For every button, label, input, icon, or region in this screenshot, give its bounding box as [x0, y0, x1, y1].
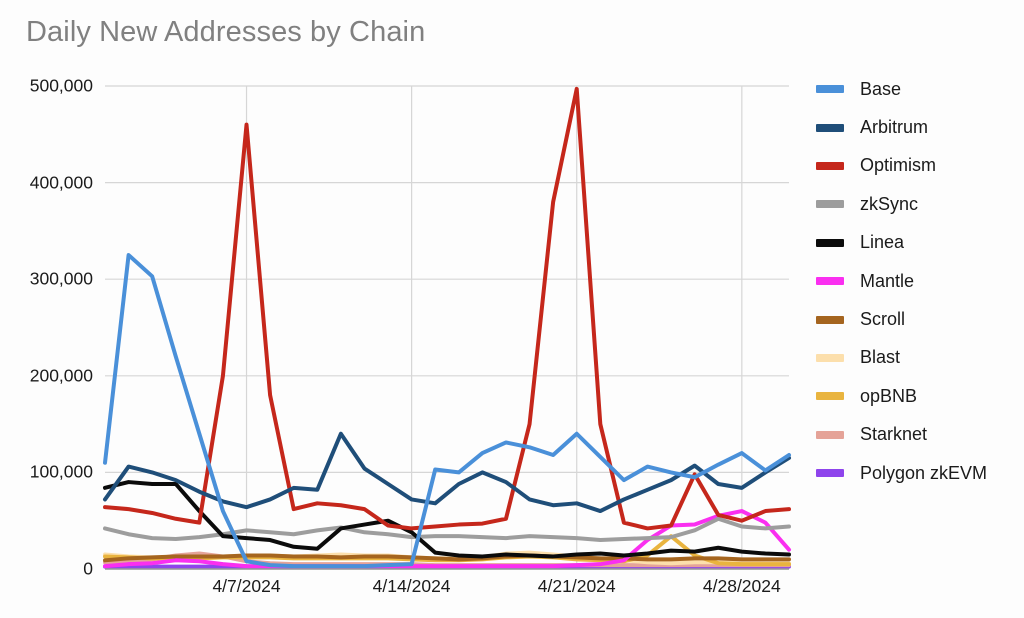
y-tick-label: 0: [83, 558, 93, 579]
legend-item-label: Starknet: [860, 424, 928, 445]
legend-item-label: Scroll: [860, 309, 906, 330]
plot-area: 0 100,000 200,000 300,000 400,000 500,000 4/7…: [0, 0, 800, 618]
legend-item-zksync[interactable]: zkSync: [816, 185, 1024, 223]
legend-swatch-icon: [816, 85, 844, 94]
legend-item-label: Optimism: [860, 155, 936, 176]
y-tick-label: 500,000: [29, 75, 93, 96]
legend-item-label: Blast: [860, 347, 901, 368]
legend-swatch-icon: [816, 469, 844, 478]
y-tick-label: 100,000: [29, 461, 93, 482]
legend-item-label: Base: [860, 78, 902, 99]
legend-item-polygon-zkevm[interactable]: Polygon zkEVM: [816, 454, 1024, 492]
series-lines: [103, 86, 791, 569]
legend-item-linea[interactable]: Linea: [816, 224, 1024, 262]
legend-item-base[interactable]: Base: [816, 70, 1024, 108]
legend-item-blast[interactable]: Blast: [816, 339, 1024, 377]
legend-item-label: Polygon zkEVM: [860, 462, 988, 483]
legend-item-starknet[interactable]: Starknet: [816, 416, 1024, 454]
legend-swatch-icon: [816, 392, 844, 401]
y-tick-label: 300,000: [29, 268, 93, 289]
legend-swatch-icon: [816, 238, 844, 247]
legend-item-label: zkSync: [860, 193, 919, 214]
legend-swatch-icon: [816, 200, 844, 209]
chart-svg: [103, 85, 791, 570]
legend-item-label: Arbitrum: [860, 117, 929, 138]
legend-swatch-icon: [816, 353, 844, 362]
legend-swatch-icon: [816, 277, 844, 286]
legend-swatch-icon: [816, 161, 844, 170]
x-tick-label: 4/7/2024: [212, 576, 281, 596]
legend-item-mantle[interactable]: Mantle: [816, 262, 1024, 300]
x-tick-label: 4/28/2024: [702, 576, 781, 596]
legend-item-arbitrum[interactable]: Arbitrum: [816, 108, 1024, 146]
y-tick-label: 200,000: [29, 365, 93, 386]
chart-card: Daily New Addresses by Chain 0 100,000 200…: [0, 0, 1024, 618]
x-tick-label: 4/14/2024: [372, 576, 451, 596]
legend-item-label: Mantle: [860, 270, 915, 291]
legend-item-label: opBNB: [860, 385, 918, 406]
legend-item-label: Linea: [860, 232, 905, 253]
legend-swatch-icon: [816, 430, 844, 439]
legend-item-opbnb[interactable]: opBNB: [816, 377, 1024, 415]
chart-legend: Base Arbitrum Optimism zkSync Linea Mantle Scr…: [816, 70, 1024, 492]
y-tick-label: 400,000: [29, 172, 93, 193]
x-tick-label: 4/21/2024: [537, 576, 616, 596]
legend-swatch-icon: [816, 123, 844, 132]
legend-swatch-icon: [816, 315, 844, 324]
legend-item-optimism[interactable]: Optimism: [816, 147, 1024, 185]
legend-item-scroll[interactable]: Scroll: [816, 300, 1024, 338]
